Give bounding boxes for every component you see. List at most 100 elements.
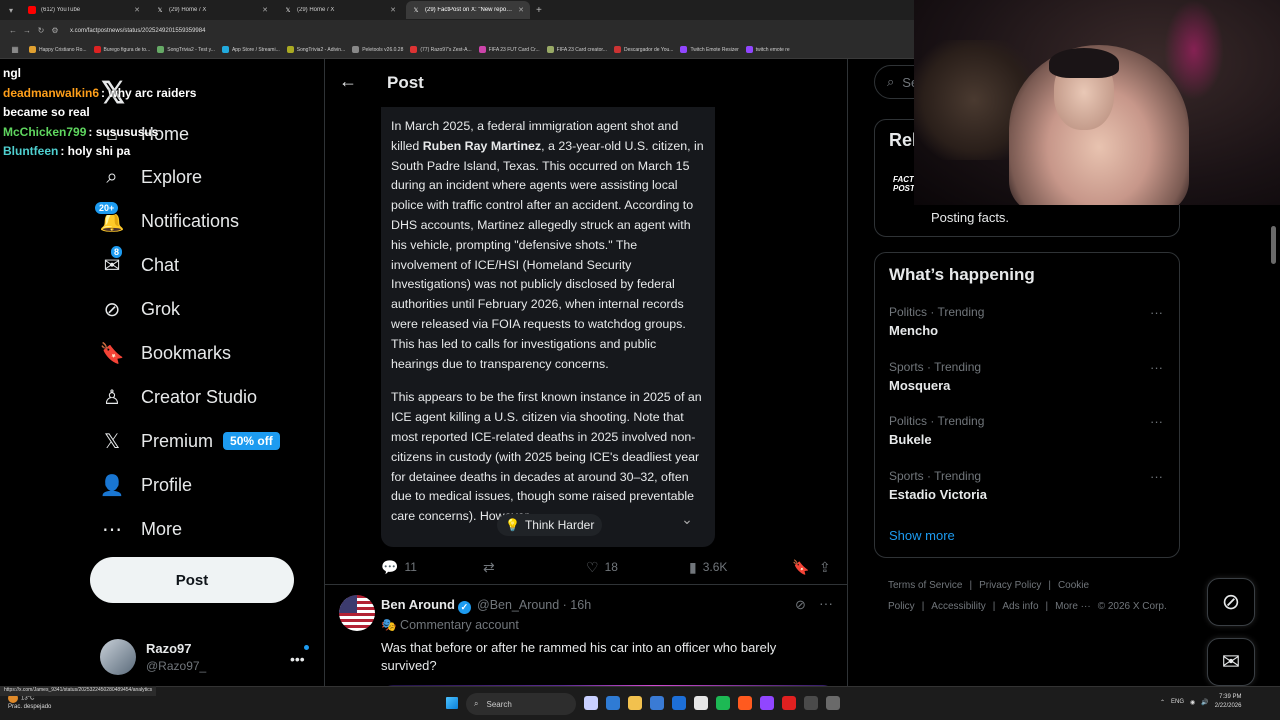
post-button[interactable]: Post xyxy=(90,557,294,603)
back-arrow-icon[interactable]: ← xyxy=(339,71,357,92)
sidebar-item-explore[interactable]: ⌕ Explore xyxy=(100,162,202,192)
trend-item[interactable]: Sports · Trending Mosquera ··· xyxy=(889,360,1169,393)
close-icon[interactable]: ✕ xyxy=(390,6,396,14)
app-icon[interactable] xyxy=(760,696,774,710)
sidebar-item-more[interactable]: ⋯ More xyxy=(100,514,182,544)
close-icon[interactable]: ✕ xyxy=(518,6,524,14)
bookmark-item[interactable]: Descargador de You... xyxy=(613,46,673,53)
app-icon[interactable] xyxy=(804,696,818,710)
share-action[interactable]: ⇪ xyxy=(819,559,837,576)
bookmark-item[interactable]: FIFA 23 FUT Card Cr... xyxy=(478,46,540,53)
factpost-logo[interactable]: FACT POST xyxy=(893,175,915,201)
show-more-link[interactable]: Show more xyxy=(889,528,955,543)
avatar[interactable] xyxy=(339,595,375,631)
reload-icon[interactable]: ↻ xyxy=(34,26,48,35)
avatar xyxy=(100,639,136,675)
trend-item[interactable]: Politics · Trending Mencho ··· xyxy=(889,305,1169,338)
bookmark-item[interactable]: Burego figura de to... xyxy=(93,46,150,53)
more-dots-icon[interactable]: ··· xyxy=(1150,414,1163,429)
creator-icon: ♙ xyxy=(103,386,121,409)
browser-tab[interactable]: 𝕏 (29) FactPost on X: "New repo… ✕ xyxy=(406,1,530,19)
app-icon[interactable] xyxy=(672,696,686,710)
start-button[interactable] xyxy=(446,697,458,709)
url-field[interactable]: x.com/factpostnews/status/20252492015593… xyxy=(70,28,205,34)
bookmark-action[interactable]: 🔖 xyxy=(792,559,815,576)
tray-chevron-icon[interactable]: ⌃ xyxy=(1160,699,1165,706)
more-dots-icon[interactable]: ••• xyxy=(290,651,305,667)
views-action[interactable]: ▮ 3.6K xyxy=(689,559,727,576)
bookmark-label: App Store / Streami... xyxy=(231,46,280,53)
account-switcher[interactable]: Razo97 @Razo97_ ••• xyxy=(100,639,310,675)
app-icon[interactable] xyxy=(782,696,796,710)
reply-action[interactable]: 💬 11 xyxy=(381,559,417,576)
bookmark-item[interactable]: twitch emote re xyxy=(745,46,790,53)
bookmark-item[interactable]: FIFA 23 Card creator... xyxy=(546,46,607,53)
store-icon[interactable] xyxy=(650,696,664,710)
sidebar-item-label: Explore xyxy=(141,166,203,187)
file-explorer-icon[interactable] xyxy=(628,696,642,710)
taskbar-search[interactable]: ⌕ Search xyxy=(466,693,576,715)
tab-search-icon[interactable]: ▾ xyxy=(4,3,18,17)
copilot-icon[interactable] xyxy=(584,696,598,710)
chevron-down-icon[interactable]: ⌄ xyxy=(673,507,701,531)
trend-item[interactable]: Sports · Trending Estadio Victoria ··· xyxy=(889,469,1169,502)
messages-float-button[interactable]: ✉ xyxy=(1207,638,1255,686)
bookmark-item[interactable]: Happy Cristiano Ro... xyxy=(29,46,87,53)
sidebar-item-profile[interactable]: 👤 Profile xyxy=(100,470,192,500)
app-icon[interactable] xyxy=(826,696,840,710)
sidebar-item-creator-studio[interactable]: ♙ Creator Studio xyxy=(100,382,257,412)
footer-link[interactable]: Privacy Policy xyxy=(979,580,1041,591)
sidebar-item-chat[interactable]: ✉ 8 Chat xyxy=(100,245,179,280)
back-nav-icon[interactable]: ← xyxy=(6,26,20,35)
reply-author-handle[interactable]: @Ben_Around · 16h xyxy=(477,598,591,612)
volume-icon[interactable]: 🔊 xyxy=(1201,699,1208,706)
bookmark-item[interactable]: App Store / Streami... xyxy=(221,46,280,53)
grok-icon[interactable]: ⊘ xyxy=(795,597,806,613)
grok-float-button[interactable]: ⊘ xyxy=(1207,578,1255,626)
network-icon[interactable]: ◉ xyxy=(1190,699,1195,706)
sidebar-item-bookmarks[interactable]: 🔖 Bookmarks xyxy=(100,338,231,368)
more-dots-icon[interactable]: ··· xyxy=(819,595,833,611)
footer-link[interactable]: Ads info xyxy=(1002,601,1038,612)
apps-grid-icon[interactable]: ▦ xyxy=(8,45,22,54)
footer-link[interactable]: Terms of Service xyxy=(888,580,962,591)
trend-name: Mosquera xyxy=(889,377,951,393)
footer-link[interactable]: Accessibility xyxy=(931,601,985,612)
more-dots-icon[interactable]: ··· xyxy=(1150,305,1163,320)
sidebar-item-premium[interactable]: 𝕏 Premium 50% off xyxy=(100,426,280,456)
browser-tab[interactable]: 𝕏 (29) Home / X ✕ xyxy=(278,1,402,19)
browser-tab[interactable]: 𝕏 (29) Home / X ✕ xyxy=(150,1,274,19)
bookmark-item[interactable]: SongTrivia2 - Adivin... xyxy=(286,46,345,53)
scrollbar[interactable] xyxy=(1271,226,1276,264)
site-info-icon[interactable]: ⚙ xyxy=(48,26,62,35)
spotify-icon[interactable] xyxy=(716,696,730,710)
edge-icon[interactable] xyxy=(606,696,620,710)
bookmark-favicon-icon xyxy=(29,46,36,53)
new-tab-button[interactable]: + xyxy=(536,5,542,16)
think-harder-button[interactable]: 💡 Think Harder xyxy=(497,514,603,536)
clock[interactable]: 7:39 PM 2/22/2026 xyxy=(1215,693,1242,711)
repost-action[interactable]: ⇄ xyxy=(483,559,501,576)
more-dots-icon[interactable]: ··· xyxy=(1150,469,1163,484)
bookmark-item[interactable]: (77) Razo97's Zest-A... xyxy=(410,46,472,53)
more-dots-icon[interactable]: ··· xyxy=(1150,360,1163,375)
language-indicator[interactable]: ENG xyxy=(1171,699,1184,705)
reply-post[interactable]: Ben Around ✓ @Ben_Around · 16h 🎭 Commenta… xyxy=(325,585,847,686)
bookmark-item[interactable]: Twitch Emote Resizer xyxy=(680,46,739,53)
trend-item[interactable]: Politics · Trending Bukele ··· xyxy=(889,414,1169,447)
chrome-icon[interactable] xyxy=(694,696,708,710)
grok-answer-card: In March 2025, a federal immigration age… xyxy=(381,107,715,547)
app-icon[interactable] xyxy=(738,696,752,710)
close-icon[interactable]: ✕ xyxy=(134,6,140,14)
browser-tab[interactable]: (612) YouTube ✕ xyxy=(22,1,146,19)
sidebar-item-notifications[interactable]: 🔔 20+ Notifications xyxy=(94,201,239,236)
sidebar-item-grok[interactable]: ⊘ Grok xyxy=(100,294,180,324)
close-icon[interactable]: ✕ xyxy=(262,6,268,14)
footer-link[interactable]: © 2026 X Corp. xyxy=(1098,601,1167,612)
forward-nav-icon[interactable]: → xyxy=(20,26,34,35)
reply-author-name[interactable]: Ben Around ✓ xyxy=(381,597,471,614)
footer-link[interactable]: More ··· xyxy=(1055,601,1091,612)
bookmark-item[interactable]: SongTrivia2 - Test y... xyxy=(157,46,215,53)
like-action[interactable]: ♡ 18 xyxy=(586,559,618,576)
bookmark-item[interactable]: Peletools v26.0.28 xyxy=(352,46,403,53)
